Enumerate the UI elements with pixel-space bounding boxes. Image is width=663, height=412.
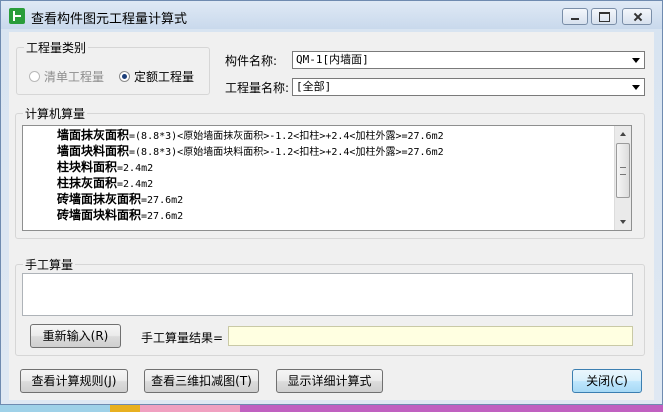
manual-formula-input[interactable] [22,273,633,316]
dialog-client-area: 工程量类别 清单工程量 定额工程量 构件名称: QM-1[内墙面] 工程量名称:… [9,32,654,400]
desktop-background-strip [0,405,663,412]
desktop-strip-segment [0,405,110,412]
calc-line: 柱抹灰面积=2.4m2 [57,176,154,190]
quantity-name-select[interactable]: [全部] [292,78,645,96]
dialog-window: 查看构件图元工程量计算式 工程量类别 清单工程量 定额工程量 构件名称: QM-… [0,0,663,405]
show-detail-button[interactable]: 显示详细计算式 [276,369,383,393]
maximize-button[interactable] [591,8,617,25]
calc-line: 柱块料面积=2.4m2 [57,160,154,174]
desktop-strip-segment [140,405,240,412]
chevron-down-icon[interactable] [628,79,644,95]
calc-formula-box[interactable]: 墙面抹灰面积=(8.8*3)<原始墙面抹灰面积>-1.2<扣柱>+2.4<加柱外… [22,125,632,231]
minimize-button[interactable] [562,8,588,25]
calc-line: 墙面抹灰面积=(8.8*3)<原始墙面抹灰面积>-1.2<扣柱>+2.4<加柱外… [57,128,444,142]
close-window-button[interactable] [622,8,652,25]
radio-dot [29,71,40,82]
chevron-down-icon[interactable] [628,52,644,68]
window-title: 查看构件图元工程量计算式 [31,12,188,27]
view-rules-button[interactable]: 查看计算规则(J) [20,369,128,393]
close-button[interactable]: 关闭(C) [572,369,642,393]
calc-line: 砖墙面块料面积=27.6m2 [57,208,184,222]
radio-norm-quantity-label: 定额工程量 [134,70,195,84]
manual-result-label: 手工算量结果= [141,331,224,345]
scroll-up-arrow-icon[interactable] [615,126,631,142]
scroll-down-arrow-icon[interactable] [615,214,631,230]
computer-calc-group-label: 计算机算量 [23,105,88,122]
quantity-type-group: 工程量类别 清单工程量 定额工程量 [16,39,210,95]
radio-bill-quantity[interactable]: 清单工程量 [29,68,104,85]
view-3d-button[interactable]: 查看三维扣减图(T) [144,369,259,393]
calc-line: 墙面块料面积=(8.8*3)<原始墙面块料面积>-1.2<扣柱>+2.4<加柱外… [57,144,444,158]
quantity-type-group-label: 工程量类别 [24,39,89,56]
vertical-scrollbar[interactable] [614,126,631,230]
app-icon [9,8,25,24]
component-name-label: 构件名称: [225,54,278,68]
desktop-strip-segment [240,405,663,412]
quantity-name-value: [全部] [296,80,332,93]
desktop-strip-segment [110,405,140,412]
radio-dot [119,71,130,82]
radio-bill-quantity-label: 清单工程量 [44,70,105,84]
component-name-select[interactable]: QM-1[内墙面] [292,51,645,69]
manual-calc-group-label: 手工算量 [23,256,76,273]
component-name-value: QM-1[内墙面] [296,53,369,66]
title-bar[interactable]: 查看构件图元工程量计算式 [1,1,662,31]
scrollbar-thumb[interactable] [616,143,630,198]
manual-result-field[interactable] [228,326,633,346]
quantity-name-label: 工程量名称: [225,81,290,95]
radio-norm-quantity[interactable]: 定额工程量 [119,68,194,85]
calc-line: 砖墙面抹灰面积=27.6m2 [57,192,184,206]
reenter-button[interactable]: 重新输入(R) [30,324,121,348]
